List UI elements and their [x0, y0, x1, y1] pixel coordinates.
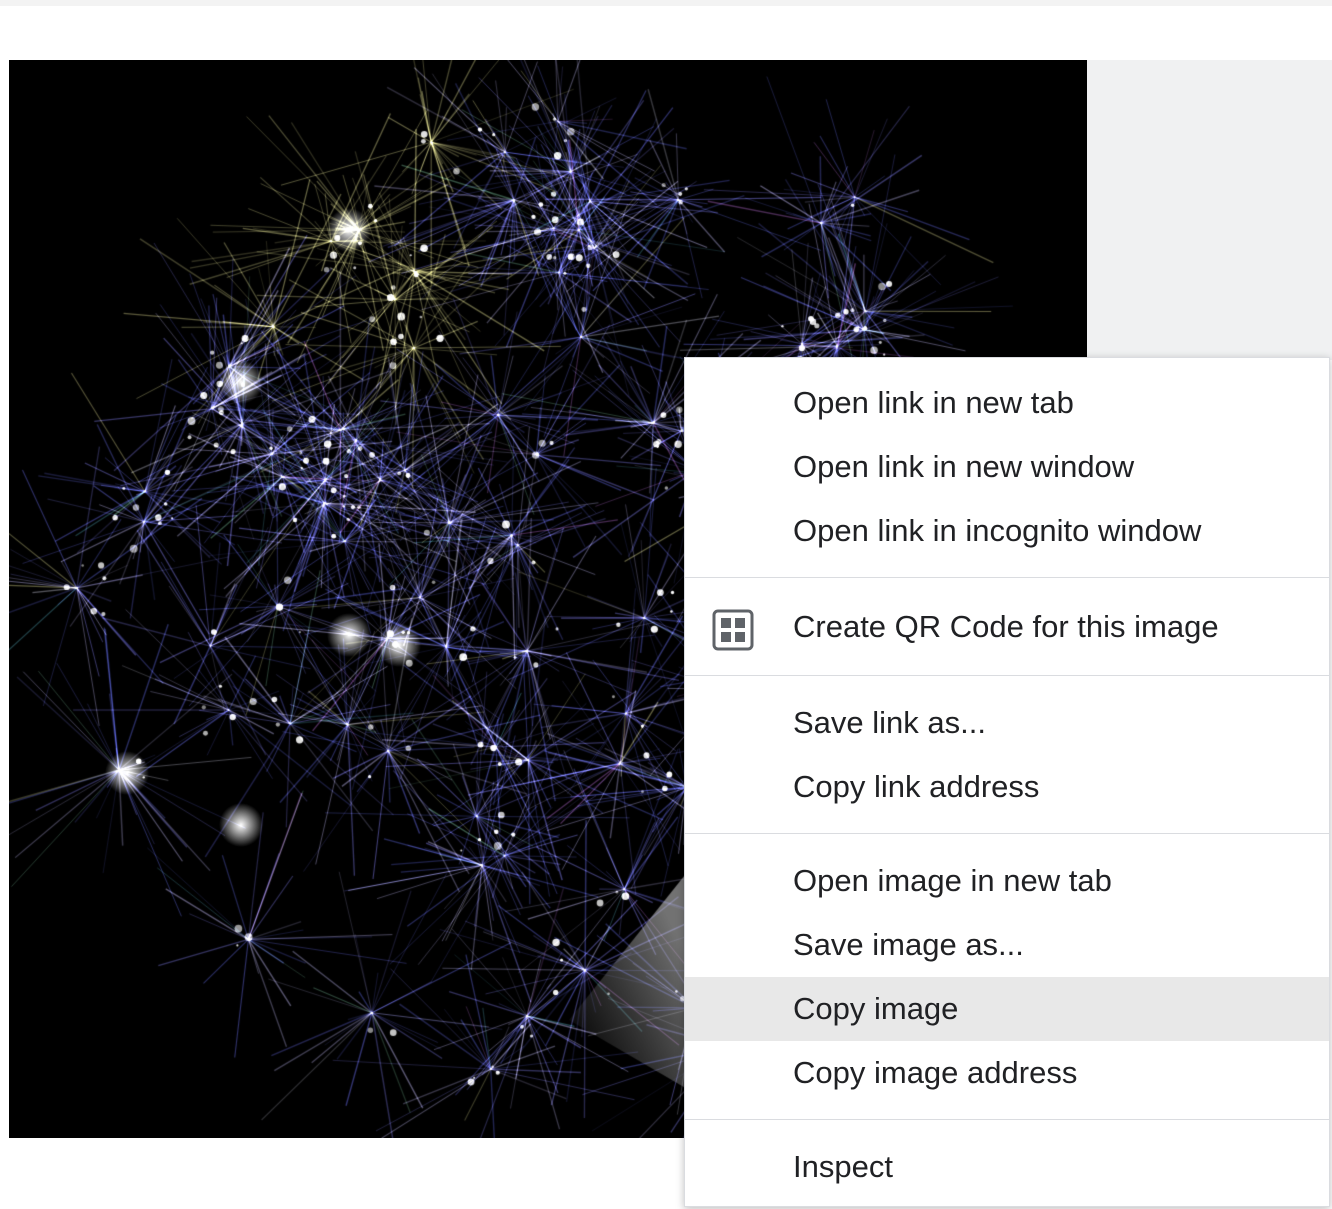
- menu-separator: [685, 833, 1329, 834]
- page: Open link in new tab Open link in new wi…: [0, 0, 1332, 1209]
- menu-item-label: Copy link address: [793, 769, 1040, 804]
- menu-item-label: Create QR Code for this image: [793, 609, 1219, 644]
- menu-item-label: Inspect: [793, 1149, 893, 1184]
- menu-item-open-link-incognito[interactable]: Open link in incognito window: [685, 499, 1329, 563]
- side-panel: [1087, 60, 1332, 360]
- menu-separator: [685, 577, 1329, 578]
- menu-item-copy-image[interactable]: Copy image: [685, 977, 1329, 1041]
- menu-item-copy-link-address[interactable]: Copy link address: [685, 755, 1329, 819]
- qr-code-icon: [712, 609, 754, 651]
- context-menu: Open link in new tab Open link in new wi…: [684, 357, 1330, 1207]
- menu-separator: [685, 675, 1329, 676]
- menu-item-label: Open link in new tab: [793, 385, 1074, 420]
- menu-item-open-link-new-window[interactable]: Open link in new window: [685, 435, 1329, 499]
- menu-item-label: Open link in incognito window: [793, 513, 1202, 548]
- menu-item-inspect[interactable]: Inspect: [685, 1135, 1329, 1199]
- menu-item-label: Save link as...: [793, 705, 986, 740]
- menu-separator: [685, 1119, 1329, 1120]
- menu-item-label: Save image as...: [793, 927, 1024, 962]
- menu-item-open-image-new-tab[interactable]: Open image in new tab: [685, 849, 1329, 913]
- menu-item-label: Open image in new tab: [793, 863, 1112, 898]
- menu-item-label: Copy image: [793, 991, 959, 1026]
- menu-item-create-qr-code[interactable]: Create QR Code for this image: [685, 593, 1329, 661]
- menu-item-label: Copy image address: [793, 1055, 1078, 1090]
- menu-item-label: Open link in new window: [793, 449, 1135, 484]
- menu-item-open-link-new-tab[interactable]: Open link in new tab: [685, 371, 1329, 435]
- top-strip: [0, 0, 1332, 6]
- menu-item-copy-image-address[interactable]: Copy image address: [685, 1041, 1329, 1105]
- menu-item-save-link-as[interactable]: Save link as...: [685, 691, 1329, 755]
- menu-item-save-image-as[interactable]: Save image as...: [685, 913, 1329, 977]
